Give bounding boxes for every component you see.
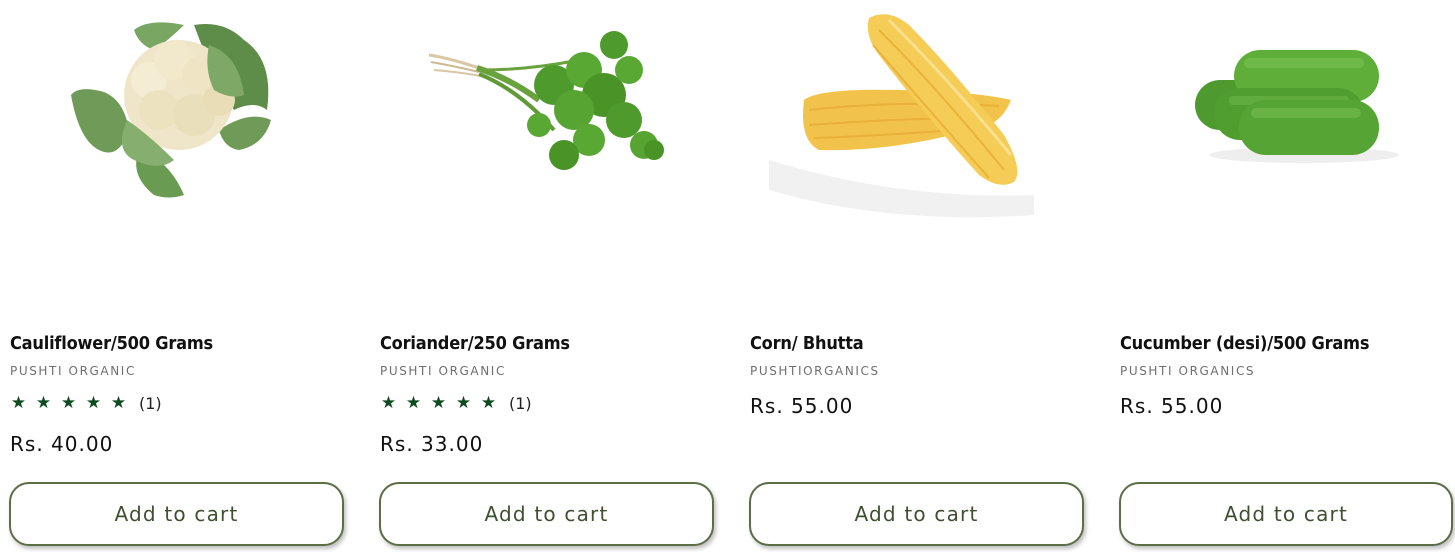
add-to-cart-button[interactable]: Add to cart xyxy=(749,482,1084,546)
cauliflower-image xyxy=(71,22,271,198)
star-icon: ★ xyxy=(480,392,497,413)
product-rating: ★ ★ ★ ★ ★ (1) xyxy=(380,392,532,414)
rating-count: (1) xyxy=(139,393,162,413)
product-card-cauliflower: Cauliflower/500 Grams PUSHTI ORGANIC ★ ★… xyxy=(9,0,345,552)
product-price: Rs. 40.00 xyxy=(10,432,114,456)
rating-count: (1) xyxy=(509,393,532,413)
product-title[interactable]: Corn/ Bhutta xyxy=(750,333,864,354)
product-card-corn: Corn/ Bhutta PUSHTIORGANICS Rs. 55.00 Ad… xyxy=(749,0,1085,552)
product-price: Rs. 55.00 xyxy=(750,394,854,418)
product-grid: Cauliflower/500 Grams PUSHTI ORGANIC ★ ★… xyxy=(0,0,1455,552)
star-icon: ★ xyxy=(405,392,422,413)
product-card-cucumber: Cucumber (desi)/500 Grams PUSHTI ORGANIC… xyxy=(1119,0,1455,552)
product-vendor: PUSHTIORGANICS xyxy=(750,364,880,378)
product-title[interactable]: Coriander/250 Grams xyxy=(380,333,570,354)
product-image-cucumber[interactable] xyxy=(1119,0,1455,320)
star-icon: ★ xyxy=(60,392,77,413)
star-icon: ★ xyxy=(380,392,397,413)
product-price: Rs. 55.00 xyxy=(1120,394,1224,418)
product-title[interactable]: Cucumber (desi)/500 Grams xyxy=(1120,333,1369,354)
rating-stars: ★ ★ ★ ★ ★ xyxy=(380,392,497,413)
cucumber-image xyxy=(1195,50,1399,163)
product-image-coriander[interactable] xyxy=(379,0,715,320)
product-title[interactable]: Cauliflower/500 Grams xyxy=(10,333,213,354)
product-price: Rs. 33.00 xyxy=(380,432,484,456)
rating-stars: ★ ★ ★ ★ ★ xyxy=(10,392,127,413)
star-icon: ★ xyxy=(430,392,447,413)
star-icon: ★ xyxy=(10,392,27,413)
product-image-corn[interactable] xyxy=(749,0,1085,320)
add-to-cart-button[interactable]: Add to cart xyxy=(9,482,344,546)
product-rating: ★ ★ ★ ★ ★ (1) xyxy=(10,392,162,414)
star-icon: ★ xyxy=(110,392,127,413)
add-to-cart-button[interactable]: Add to cart xyxy=(1119,482,1453,546)
coriander-image xyxy=(428,31,664,170)
corn-image xyxy=(769,14,1034,218)
add-to-cart-button[interactable]: Add to cart xyxy=(379,482,714,546)
star-icon: ★ xyxy=(85,392,102,413)
star-icon: ★ xyxy=(455,392,472,413)
star-icon: ★ xyxy=(35,392,52,413)
product-vendor: PUSHTI ORGANIC xyxy=(380,364,506,378)
product-vendor: PUSHTI ORGANICS xyxy=(1120,364,1256,378)
product-card-coriander: Coriander/250 Grams PUSHTI ORGANIC ★ ★ ★… xyxy=(379,0,715,552)
product-image-cauliflower[interactable] xyxy=(9,0,345,320)
product-vendor: PUSHTI ORGANIC xyxy=(10,364,136,378)
